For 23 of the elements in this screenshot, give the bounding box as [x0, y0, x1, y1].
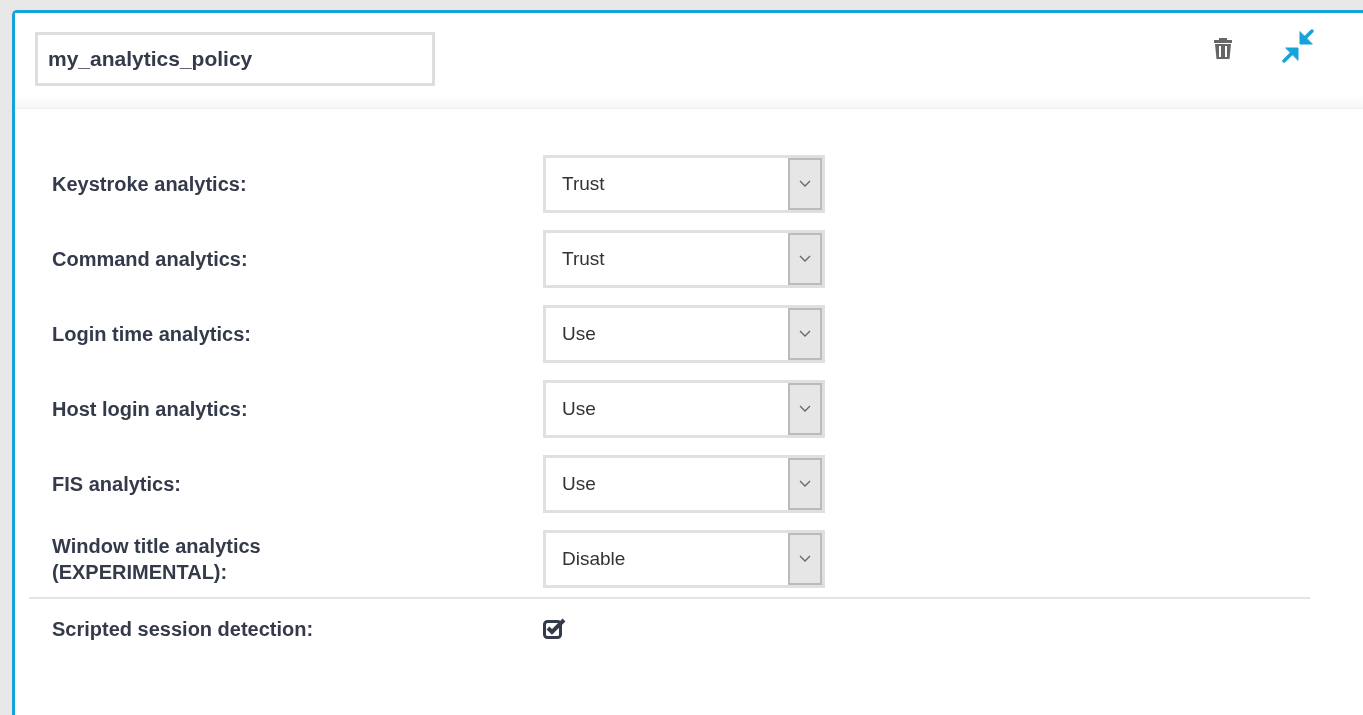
setting-label: Scripted session detection:: [52, 617, 315, 642]
setting-dropdown[interactable]: Trust: [543, 230, 825, 288]
trash-icon[interactable]: [1213, 36, 1233, 60]
setting-label: FIS analytics:: [52, 472, 182, 497]
setting-label: Keystroke analytics:: [52, 172, 248, 197]
chevron-down-icon: [799, 330, 811, 338]
setting-label: Login time analytics:: [52, 322, 252, 347]
setting-dropdown[interactable]: Use: [543, 305, 825, 363]
chevron-down-icon: [799, 405, 811, 413]
collapse-icon[interactable]: [1281, 28, 1317, 64]
setting-label: Host login analytics:: [52, 397, 249, 422]
policy-name-field[interactable]: my_analytics_policy: [35, 32, 435, 86]
setting-dropdown[interactable]: Use: [543, 455, 825, 513]
checkbox[interactable]: [543, 618, 567, 640]
setting-label: Command analytics:: [52, 247, 249, 272]
chevron-down-icon: [799, 480, 811, 488]
setting-dropdown[interactable]: Disable: [543, 530, 825, 588]
chevron-down-icon: [799, 555, 811, 563]
setting-label: Window title analytics (EXPERIMENTAL):: [52, 534, 262, 585]
chevron-down-icon: [799, 255, 811, 263]
setting-dropdown[interactable]: Trust: [543, 155, 825, 213]
setting-dropdown[interactable]: Use: [543, 380, 825, 438]
chevron-down-icon: [799, 180, 811, 188]
